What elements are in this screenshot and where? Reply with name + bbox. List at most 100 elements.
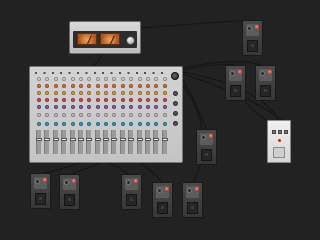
channel-knob[interactable] bbox=[62, 77, 67, 81]
module-bottom-4[interactable] bbox=[152, 182, 173, 218]
channel-knob[interactable] bbox=[95, 105, 100, 109]
channel-knob[interactable] bbox=[87, 91, 92, 95]
channel-knob[interactable] bbox=[154, 77, 159, 81]
channel-knob[interactable] bbox=[53, 84, 58, 88]
channel-knob[interactable] bbox=[95, 84, 100, 88]
channel-knob[interactable] bbox=[162, 84, 167, 88]
channel-knob[interactable] bbox=[104, 122, 108, 126]
module-footswitch[interactable] bbox=[126, 194, 137, 206]
channel-knob[interactable] bbox=[62, 122, 67, 126]
channel-knob[interactable] bbox=[37, 84, 41, 88]
channel-knob[interactable] bbox=[112, 84, 117, 88]
channel-knob[interactable] bbox=[154, 105, 159, 109]
channel-knob[interactable] bbox=[62, 98, 67, 102]
channel-knob[interactable] bbox=[129, 113, 134, 117]
channel-knob[interactable] bbox=[112, 122, 117, 126]
channel-knob[interactable] bbox=[53, 98, 58, 102]
utility-box-icon[interactable] bbox=[267, 120, 291, 163]
channel-knob[interactable] bbox=[53, 91, 58, 95]
master-knob-4[interactable] bbox=[173, 121, 178, 126]
channel-knob[interactable] bbox=[137, 77, 142, 81]
channel-knob[interactable] bbox=[104, 84, 108, 88]
module-footswitch[interactable] bbox=[230, 85, 241, 97]
channel-knob[interactable] bbox=[95, 77, 100, 81]
channel-knob[interactable] bbox=[70, 122, 75, 126]
channel-knob[interactable] bbox=[104, 98, 108, 102]
channel-knob[interactable] bbox=[45, 84, 50, 88]
fader-cap[interactable] bbox=[119, 138, 126, 141]
module-top-right[interactable] bbox=[242, 20, 263, 56]
channel-knob[interactable] bbox=[37, 113, 41, 117]
channel-knob[interactable] bbox=[145, 98, 150, 102]
channel-knob[interactable] bbox=[120, 91, 125, 95]
channel-knob[interactable] bbox=[62, 91, 67, 95]
module-footswitch[interactable] bbox=[157, 202, 168, 214]
channel-knob[interactable] bbox=[87, 98, 92, 102]
channel-knob[interactable] bbox=[62, 105, 67, 109]
channel-knob[interactable] bbox=[78, 122, 83, 126]
channel-fader[interactable] bbox=[61, 130, 68, 154]
module-footswitch[interactable] bbox=[35, 193, 46, 205]
channel-fader[interactable] bbox=[52, 130, 59, 154]
master-knob-3[interactable] bbox=[173, 111, 178, 116]
channel-knob[interactable] bbox=[162, 91, 167, 95]
channel-knob[interactable] bbox=[145, 77, 150, 81]
channel-knob[interactable] bbox=[162, 98, 167, 102]
module-knob[interactable] bbox=[35, 179, 40, 184]
channel-knob[interactable] bbox=[145, 91, 150, 95]
channel-knob[interactable] bbox=[78, 105, 83, 109]
fader-cap[interactable] bbox=[61, 138, 68, 141]
channel-knob[interactable] bbox=[112, 105, 117, 109]
channel-knob[interactable] bbox=[87, 113, 92, 117]
fader-cap[interactable] bbox=[161, 138, 168, 141]
channel-knob[interactable] bbox=[70, 77, 75, 81]
module-bottom-3[interactable] bbox=[121, 174, 142, 210]
master-knob-2[interactable] bbox=[173, 101, 178, 106]
channel-knob[interactable] bbox=[129, 91, 134, 95]
channel-knob[interactable] bbox=[120, 105, 125, 109]
channel-knob[interactable] bbox=[137, 84, 142, 88]
channel-knob[interactable] bbox=[145, 122, 150, 126]
channel-knob[interactable] bbox=[37, 91, 41, 95]
channel-fader[interactable] bbox=[69, 130, 76, 154]
channel-fader[interactable] bbox=[111, 130, 118, 154]
channel-knob[interactable] bbox=[162, 122, 167, 126]
channel-knob[interactable] bbox=[137, 122, 142, 126]
channel-fader[interactable] bbox=[86, 130, 93, 154]
fader-cap[interactable] bbox=[52, 138, 59, 141]
channel-knob[interactable] bbox=[120, 113, 125, 117]
fader-cap[interactable] bbox=[103, 138, 109, 141]
channel-knob[interactable] bbox=[120, 77, 125, 81]
module-knob[interactable] bbox=[64, 180, 69, 185]
channel-knob[interactable] bbox=[95, 91, 100, 95]
channel-knob[interactable] bbox=[53, 77, 58, 81]
module-footswitch[interactable] bbox=[187, 202, 198, 214]
channel-knob[interactable] bbox=[70, 91, 75, 95]
channel-knob[interactable] bbox=[129, 105, 134, 109]
module-knob[interactable] bbox=[201, 135, 206, 140]
channel-knob[interactable] bbox=[87, 105, 92, 109]
channel-knob[interactable] bbox=[53, 122, 58, 126]
fader-cap[interactable] bbox=[69, 138, 76, 141]
channel-fader[interactable] bbox=[144, 130, 151, 154]
module-knob[interactable] bbox=[247, 26, 252, 31]
channel-knob[interactable] bbox=[95, 113, 100, 117]
channel-knob[interactable] bbox=[137, 113, 142, 117]
module-knob[interactable] bbox=[157, 188, 162, 193]
channel-knob[interactable] bbox=[120, 122, 125, 126]
channel-fader[interactable] bbox=[119, 130, 126, 154]
channel-knob[interactable] bbox=[70, 105, 75, 109]
channel-knob[interactable] bbox=[37, 77, 41, 81]
channel-knob[interactable] bbox=[145, 113, 150, 117]
master-knob[interactable] bbox=[171, 72, 179, 80]
amp-gain-knob[interactable] bbox=[126, 36, 135, 45]
channel-fader[interactable] bbox=[161, 130, 168, 154]
channel-fader[interactable] bbox=[44, 130, 51, 154]
channel-knob[interactable] bbox=[104, 105, 108, 109]
channel-knob[interactable] bbox=[62, 113, 67, 117]
channel-knob[interactable] bbox=[70, 98, 75, 102]
channel-knob[interactable] bbox=[137, 105, 142, 109]
fader-cap[interactable] bbox=[77, 138, 84, 141]
channel-knob[interactable] bbox=[112, 113, 117, 117]
fader-cap[interactable] bbox=[44, 138, 51, 141]
